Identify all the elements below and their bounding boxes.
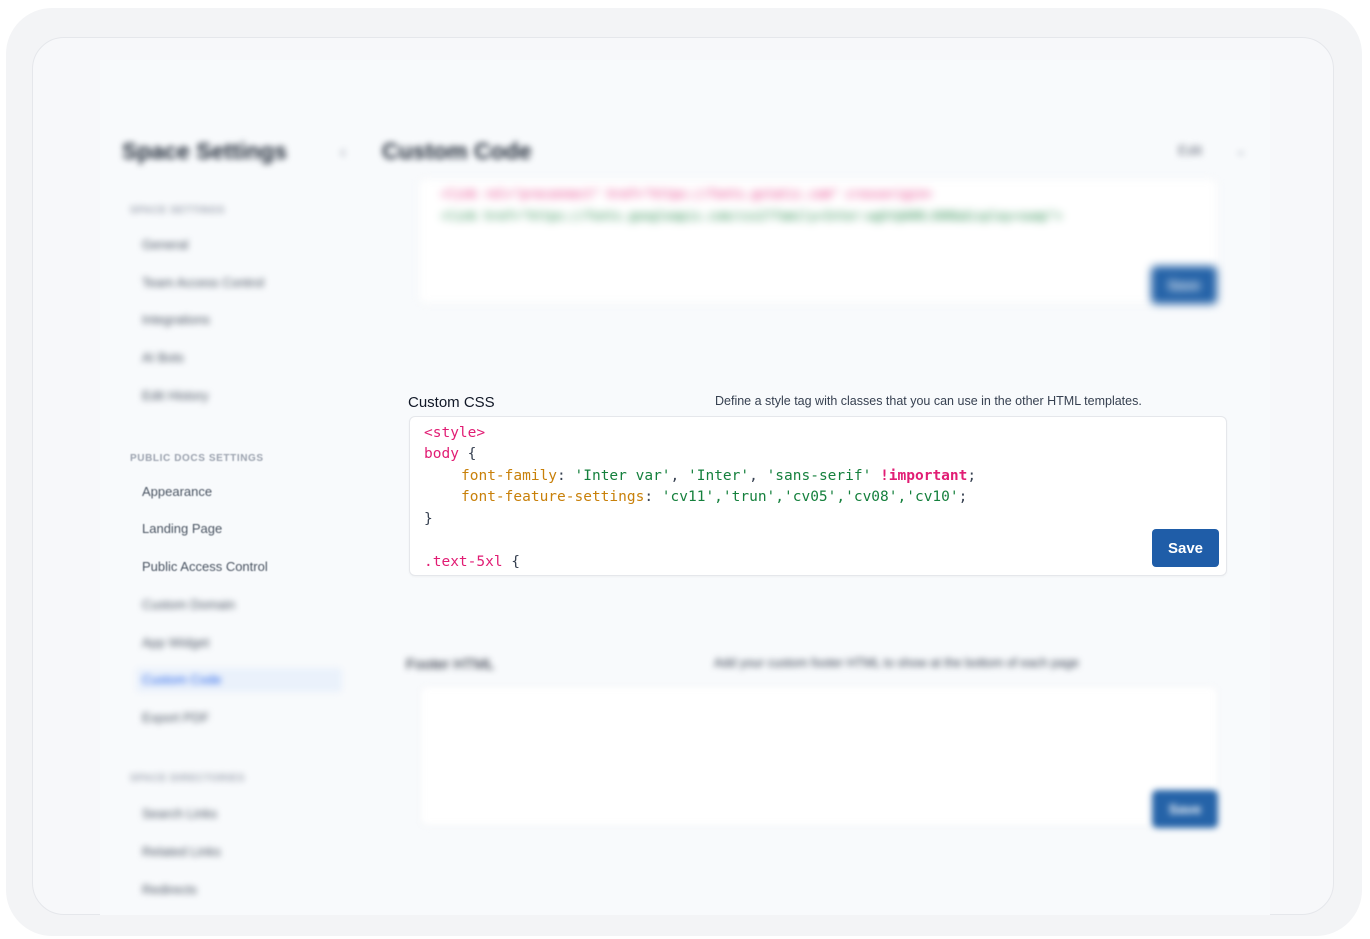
- code-punctuation: ;: [958, 489, 968, 505]
- code-line-4: font-feature-settings: 'cv11','trun','cv…: [461, 489, 967, 505]
- section-label: Footer HTML: [406, 656, 495, 673]
- code-punctuation: [871, 468, 880, 484]
- save-button[interactable]: Save: [1151, 266, 1217, 304]
- code-punctuation: ,: [749, 468, 767, 484]
- sidebar-lower: Custom Domain App Widget Custom Code Exp…: [100, 60, 350, 915]
- code-line-2: body {: [424, 446, 476, 462]
- code-string: 'sans-serif': [766, 468, 872, 484]
- code-punctuation: }: [424, 511, 433, 527]
- save-css-button[interactable]: Save: [1152, 529, 1219, 567]
- section-description: Add your custom footer HTML to show at t…: [714, 656, 1080, 670]
- footer-code-editor[interactable]: [420, 686, 1218, 826]
- sidebar-item-custom-code[interactable]: Custom Code: [136, 668, 342, 692]
- code-tag: <style>: [424, 425, 486, 441]
- code-property: font-family: [461, 468, 558, 484]
- custom-css-description: Define a style tag with classes that you…: [715, 394, 1142, 408]
- code-line: <link rel="preconnect" href="https://fon…: [441, 187, 933, 201]
- sidebar-item-export-pdf[interactable]: Export PDF: [142, 710, 209, 725]
- page-title: Custom Code: [382, 138, 532, 164]
- code-line-1: <style>: [424, 425, 485, 441]
- code-string: 'Inter var': [574, 468, 671, 484]
- sidebar-item-app-widget[interactable]: App Widget: [142, 635, 209, 650]
- code-selector: body: [424, 446, 459, 462]
- sidebar-item-redirects[interactable]: Redirects: [142, 882, 197, 897]
- code-line-5: }: [424, 511, 433, 527]
- sidebar-group-label: SPACE DIRECTORIES: [130, 773, 245, 784]
- code-punctuation: {: [502, 554, 521, 570]
- code-line-3: font-family: 'Inter var', 'Inter', 'sans…: [461, 468, 976, 484]
- css-code-editor[interactable]: <style> body { font-family: 'Inter var',…: [409, 416, 1227, 576]
- custom-css-label: Custom CSS: [408, 394, 495, 411]
- code-selector: .text-5xl: [424, 554, 503, 570]
- code-string: 'Inter': [688, 468, 750, 484]
- sidebar-item-related-links[interactable]: Related Links: [142, 844, 221, 859]
- code-string: 'cv11','trun','cv05','cv08','cv10': [661, 489, 959, 505]
- code-punctuation: ;: [967, 468, 977, 484]
- code-property: font-feature-settings: [461, 489, 645, 505]
- code-punctuation: {: [458, 446, 477, 462]
- save-button[interactable]: Save: [1152, 790, 1218, 828]
- code-important: !important: [880, 468, 968, 484]
- header-edit-label[interactable]: Edit: [1178, 142, 1202, 158]
- code-punctuation: :: [557, 468, 575, 484]
- code-line-7: .text-5xl {: [424, 554, 520, 570]
- head-code-editor[interactable]: <link rel="preconnect" href="https://fon…: [418, 178, 1218, 304]
- code-punctuation: ,: [670, 468, 688, 484]
- chevron-down-icon[interactable]: ⌄: [1235, 142, 1247, 159]
- sidebar-item-search-links[interactable]: Search Links: [142, 806, 217, 821]
- code-punctuation: :: [644, 489, 662, 505]
- sidebar-item-custom-domain[interactable]: Custom Domain: [142, 597, 235, 612]
- code-line: <link href="https://fonts.googleapis.com…: [441, 209, 1063, 223]
